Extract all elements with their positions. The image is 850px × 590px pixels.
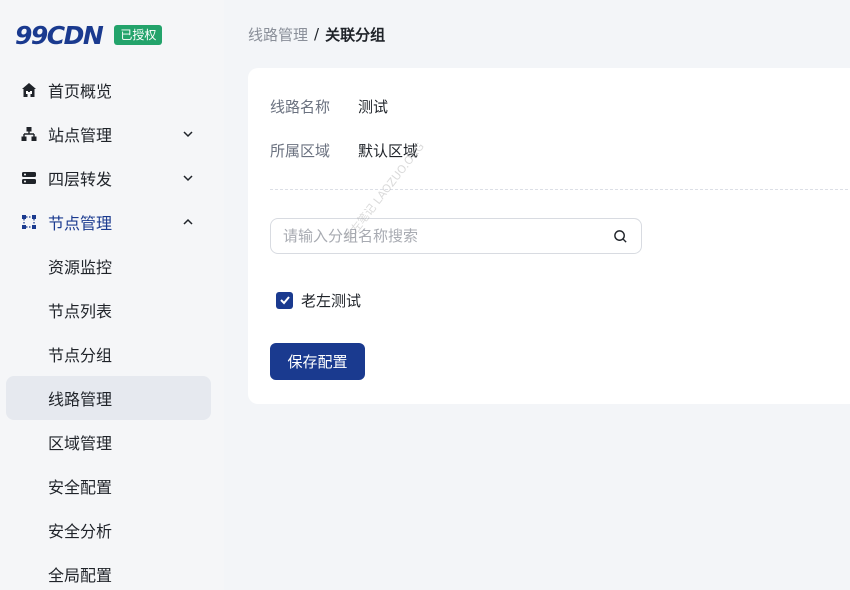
sidebar-item-home[interactable]: 首页概览	[6, 68, 211, 112]
sidebar-subitem-resource-monitor[interactable]: 资源监控	[6, 244, 211, 288]
group-search-input[interactable]	[283, 227, 611, 245]
sidebar-item-label: 首页概览	[48, 82, 113, 101]
breadcrumb-parent-link[interactable]: 线路管理	[248, 24, 308, 45]
sidebar-item-label: 节点管理	[48, 214, 113, 233]
sidebar-subitem-node-list[interactable]: 节点列表	[6, 288, 211, 332]
brand: 99CDN 已授权	[15, 20, 163, 50]
group-option-label: 老左测试	[301, 291, 362, 310]
save-config-button[interactable]: 保存配置	[270, 343, 365, 380]
sidebar-subitem-security-config[interactable]: 安全配置	[6, 464, 211, 508]
main-card: 线路名称 测试 所属区域 默认区域 老左测试 保存配置	[248, 68, 850, 404]
sidebar-item-label: 站点管理	[48, 126, 113, 145]
chevron-down-icon	[179, 169, 197, 187]
chevron-up-icon	[179, 213, 197, 231]
line-name-row: 线路名称 测试	[270, 95, 388, 117]
region-row: 所属区域 默认区域	[270, 139, 418, 161]
sidebar-menu: 首页概览 站点管理 四层转发 节点管理 资源监控 节点列表 节点分组 线路管理 …	[6, 68, 211, 590]
chevron-down-icon	[179, 125, 197, 143]
group-search	[270, 218, 642, 254]
sidebar-item-sites[interactable]: 站点管理	[6, 112, 211, 156]
breadcrumb-current: 关联分组	[325, 25, 386, 44]
nodes-icon	[20, 213, 38, 231]
sidebar-subitem-region-management[interactable]: 区域管理	[6, 420, 211, 464]
server-icon	[20, 169, 38, 187]
breadcrumb: 线路管理 / 关联分组	[248, 24, 385, 44]
breadcrumb-separator: /	[314, 25, 320, 43]
sidebar-item-layer4[interactable]: 四层转发	[6, 156, 211, 200]
sidebar-subitem-global-config[interactable]: 全局配置	[6, 552, 211, 590]
group-option[interactable]: 老左测试	[276, 289, 361, 311]
line-name-label: 线路名称	[270, 97, 331, 116]
divider	[270, 189, 850, 190]
search-icon[interactable]	[611, 227, 629, 245]
line-name-value: 测试	[358, 97, 389, 116]
sitemap-icon	[20, 125, 38, 143]
sidebar-item-nodes[interactable]: 节点管理	[6, 200, 211, 244]
sidebar-item-label: 四层转发	[48, 170, 113, 189]
home-icon	[20, 81, 38, 99]
logo[interactable]: 99CDN	[15, 21, 104, 50]
group-checkbox[interactable]	[276, 291, 293, 309]
sidebar-subitem-line-management[interactable]: 线路管理	[6, 376, 211, 420]
region-label: 所属区域	[270, 141, 331, 160]
license-badge: 已授权	[114, 25, 163, 45]
sidebar-subitem-node-groups[interactable]: 节点分组	[6, 332, 211, 376]
sidebar: 99CDN 已授权 首页概览 站点管理 四层转发 节点管理 资源监控 节点列表 …	[0, 0, 224, 590]
sidebar-subitem-security-analysis[interactable]: 安全分析	[6, 508, 211, 552]
